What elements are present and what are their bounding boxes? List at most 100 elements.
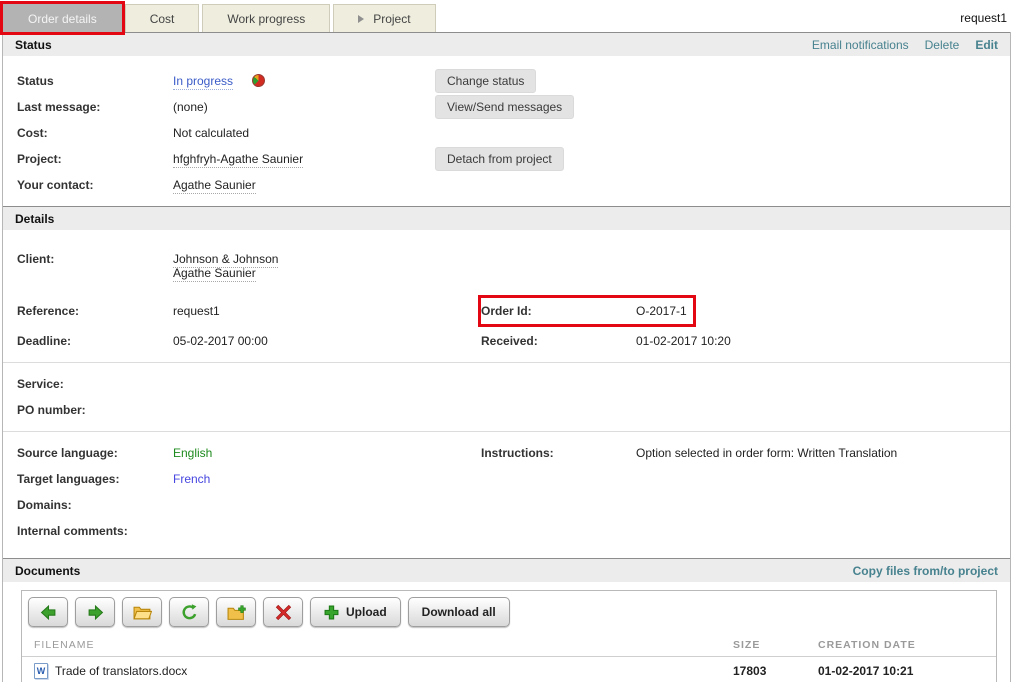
order-id-highlight-box: Order Id: O-2017-1 bbox=[481, 298, 693, 324]
status-section-title: Status bbox=[15, 38, 52, 52]
download-all-button[interactable]: Download all bbox=[408, 597, 510, 627]
upload-button[interactable]: Upload bbox=[310, 597, 401, 627]
target-languages-label: Target languages: bbox=[17, 472, 173, 486]
tab-order-details[interactable]: Order details bbox=[3, 4, 122, 32]
delete-x-icon bbox=[275, 604, 292, 621]
back-button[interactable] bbox=[28, 597, 68, 627]
cost-row: Cost: Not calculated bbox=[3, 120, 1010, 146]
upload-button-label: Upload bbox=[346, 605, 387, 619]
upload-plus-icon bbox=[324, 605, 339, 620]
change-status-button[interactable]: Change status bbox=[435, 69, 536, 93]
file-name-text[interactable]: Trade of translators.docx bbox=[55, 664, 187, 678]
instructions-value: Option selected in order form: Written T… bbox=[636, 446, 1010, 460]
triangle-right-icon bbox=[358, 15, 364, 23]
details-body: Client: Johnson & Johnson Agathe Saunier… bbox=[3, 230, 1010, 558]
file-size-cell: 17803 bbox=[733, 664, 818, 678]
target-languages-row: Target languages: French bbox=[3, 466, 1010, 492]
source-language-label: Source language: bbox=[17, 446, 173, 460]
status-pie-chart-icon[interactable] bbox=[252, 74, 265, 87]
status-body: Status In progress Change status Last me… bbox=[3, 56, 1010, 206]
refresh-button[interactable] bbox=[169, 597, 209, 627]
deadline-label: Deadline: bbox=[17, 334, 173, 348]
tab-work-progress[interactable]: Work progress bbox=[202, 4, 330, 32]
refresh-icon bbox=[181, 604, 198, 621]
project-row: Project: hfghfryh-Agathe Saunier Detach … bbox=[3, 146, 1010, 172]
reference-value: request1 bbox=[173, 304, 481, 318]
po-number-label: PO number: bbox=[17, 403, 173, 417]
last-message-label: Last message: bbox=[17, 100, 173, 114]
add-folder-icon bbox=[227, 605, 246, 620]
add-folder-button[interactable] bbox=[216, 597, 256, 627]
filename-column-header[interactable]: FILENAME bbox=[34, 639, 733, 651]
status-value-cell: In progress bbox=[173, 74, 435, 88]
your-contact-row: Your contact: Agathe Saunier bbox=[3, 172, 1010, 198]
last-message-value: (none) bbox=[173, 100, 435, 114]
service-row: Service: bbox=[3, 371, 1010, 397]
project-label: Project: bbox=[17, 152, 173, 166]
tab-project[interactable]: Project bbox=[333, 4, 435, 32]
status-section-actions: Email notifications Delete Edit bbox=[812, 38, 998, 52]
word-document-icon bbox=[34, 663, 48, 679]
domains-row: Domains: bbox=[3, 492, 1010, 518]
forward-arrow-icon bbox=[87, 604, 104, 621]
tab-project-label: Project bbox=[373, 6, 410, 32]
documents-toolbar: Upload Download all bbox=[22, 591, 996, 633]
status-label: Status bbox=[17, 74, 173, 88]
deadline-value: 05-02-2017 00:00 bbox=[173, 334, 481, 348]
instructions-label: Instructions: bbox=[481, 446, 636, 460]
reference-row: Reference: request1 Order Id: O-2017-1 bbox=[3, 294, 1010, 328]
source-language-value: English bbox=[173, 446, 481, 460]
last-message-row: Last message: (none) View/Send messages bbox=[3, 94, 1010, 120]
your-contact-label: Your contact: bbox=[17, 178, 173, 192]
delete-link[interactable]: Delete bbox=[925, 38, 960, 52]
reference-label: Reference: bbox=[17, 304, 173, 318]
deadline-row: Deadline: 05-02-2017 00:00 Received: 01-… bbox=[3, 328, 1010, 354]
received-label: Received: bbox=[481, 334, 636, 348]
content-area: Status Email notifications Delete Edit S… bbox=[2, 32, 1011, 682]
order-id-label: Order Id: bbox=[481, 304, 636, 318]
cost-value: Not calculated bbox=[173, 126, 435, 140]
details-section-header: Details bbox=[3, 206, 1010, 230]
detach-from-project-button[interactable]: Detach from project bbox=[435, 147, 564, 171]
status-section-header: Status Email notifications Delete Edit bbox=[3, 32, 1010, 56]
size-column-header[interactable]: SIZE bbox=[733, 639, 818, 651]
back-arrow-icon bbox=[40, 604, 57, 621]
details-section-title: Details bbox=[15, 212, 54, 226]
divider bbox=[3, 362, 1010, 363]
edit-link[interactable]: Edit bbox=[975, 38, 998, 52]
project-value[interactable]: hfghfryh-Agathe Saunier bbox=[173, 152, 303, 168]
file-row[interactable]: Trade of translators.docx 17803 01-02-20… bbox=[22, 657, 996, 682]
email-notifications-link[interactable]: Email notifications bbox=[812, 38, 909, 52]
divider bbox=[3, 431, 1010, 432]
documents-file-panel: Upload Download all FILENAME SIZE CREATI… bbox=[21, 590, 997, 682]
file-creation-date-cell: 01-02-2017 10:21 bbox=[818, 664, 968, 678]
documents-section-header: Documents Copy files from/to project bbox=[3, 558, 1010, 582]
service-label: Service: bbox=[17, 377, 173, 391]
client-contact[interactable]: Agathe Saunier bbox=[173, 266, 256, 282]
download-all-button-label: Download all bbox=[422, 605, 496, 619]
internal-comments-label: Internal comments: bbox=[17, 524, 173, 538]
internal-comments-row: Internal comments: bbox=[3, 518, 1010, 544]
copy-files-link[interactable]: Copy files from/to project bbox=[853, 564, 998, 578]
source-language-row: Source language: English Instructions: O… bbox=[3, 440, 1010, 466]
your-contact-value[interactable]: Agathe Saunier bbox=[173, 178, 256, 194]
target-languages-value: French bbox=[173, 472, 481, 486]
open-folder-button[interactable] bbox=[122, 597, 162, 627]
documents-section-title: Documents bbox=[15, 564, 80, 578]
received-value: 01-02-2017 10:20 bbox=[636, 334, 1010, 348]
client-label: Client: bbox=[17, 252, 173, 266]
domains-label: Domains: bbox=[17, 498, 173, 512]
tab-work-progress-label: Work progress bbox=[227, 6, 305, 32]
tab-bar: Order details Cost Work progress Project… bbox=[0, 0, 1013, 32]
delete-file-button[interactable] bbox=[263, 597, 303, 627]
view-send-messages-button[interactable]: View/Send messages bbox=[435, 95, 574, 119]
status-value-link[interactable]: In progress bbox=[173, 74, 233, 90]
creation-date-column-header[interactable]: CREATION DATE bbox=[818, 639, 968, 651]
open-folder-icon bbox=[133, 605, 152, 620]
tab-order-details-label: Order details bbox=[28, 6, 97, 32]
client-value-cell: Johnson & Johnson Agathe Saunier bbox=[173, 252, 481, 280]
tab-cost[interactable]: Cost bbox=[125, 4, 200, 32]
order-reference-text: request1 bbox=[960, 11, 1007, 25]
forward-button[interactable] bbox=[75, 597, 115, 627]
client-row: Client: Johnson & Johnson Agathe Saunier bbox=[3, 250, 1010, 294]
